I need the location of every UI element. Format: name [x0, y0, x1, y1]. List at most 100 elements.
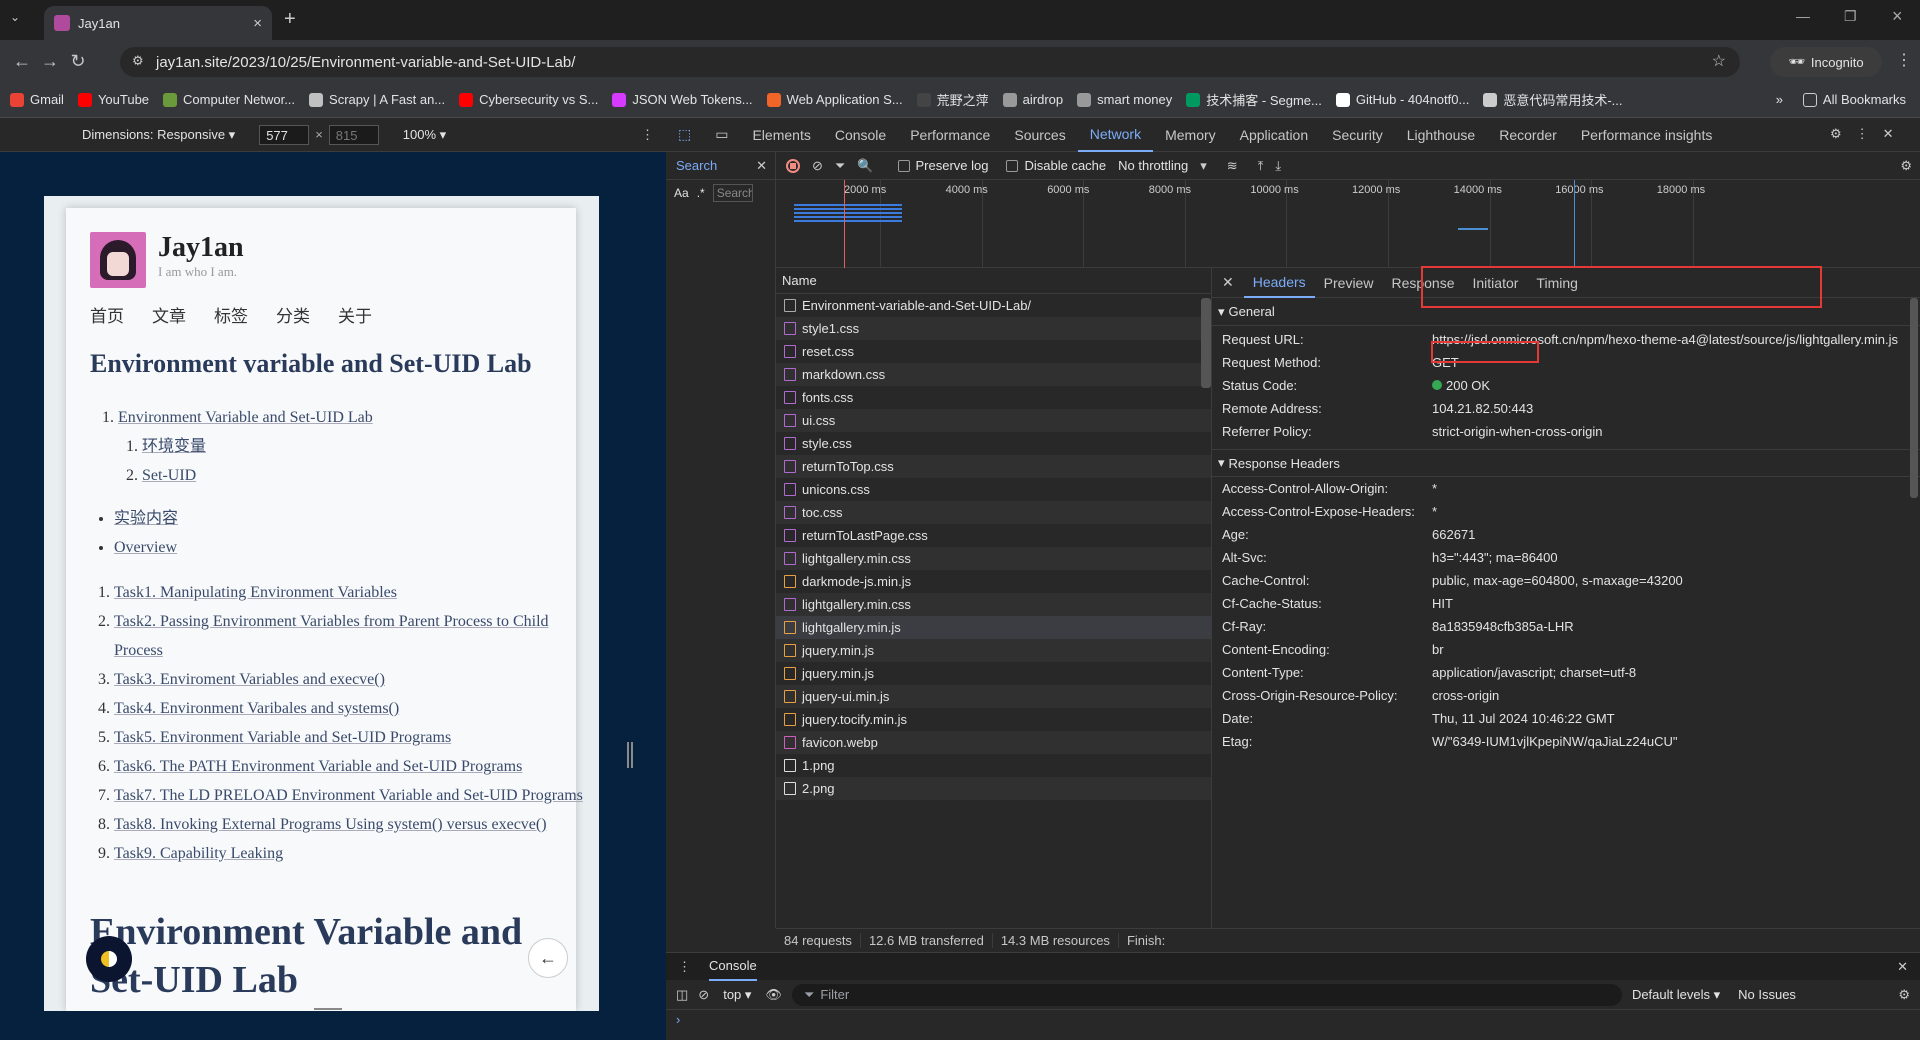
request-row[interactable]: toc.css [776, 501, 1211, 524]
preserve-log-checkbox[interactable]: Preserve log [897, 158, 988, 173]
bookmark-item[interactable]: 恶意代码常用技术-... [1483, 90, 1623, 109]
request-list-scrollbar[interactable] [1201, 298, 1211, 388]
forward-icon[interactable]: → [36, 51, 64, 72]
bookmark-item[interactable]: 荒野之萍 [916, 90, 989, 109]
device-toggle-icon[interactable]: ▭ [703, 118, 740, 152]
bookmarks-overflow-icon[interactable]: » [1776, 92, 1783, 107]
bookmark-item[interactable]: smart money [1077, 92, 1172, 107]
request-row[interactable]: lightgallery.min.css [776, 547, 1211, 570]
console-prompt[interactable]: › [676, 1012, 680, 1027]
close-drawer-icon[interactable]: ✕ [1897, 959, 1908, 975]
filter-icon[interactable]: ⏷ [835, 158, 845, 174]
detail-tab-preview[interactable]: Preview [1315, 269, 1383, 297]
menu-icon[interactable]: ⋮ [1896, 50, 1912, 70]
issues-label[interactable]: No Issues [1738, 987, 1796, 1002]
record-icon[interactable] [786, 158, 800, 173]
search-icon[interactable]: 🔍 [857, 158, 873, 174]
tab-performance-insights[interactable]: Performance insights [1569, 118, 1725, 152]
bookmark-item[interactable]: Cybersecurity vs S... [459, 92, 598, 107]
close-devtools-icon[interactable]: ✕ [1883, 126, 1894, 142]
details-scrollbar[interactable] [1910, 298, 1918, 498]
console-filter-input[interactable]: ⏷ Filter [791, 983, 1622, 1006]
bookmark-item[interactable]: airdrop [1002, 92, 1063, 107]
tab-console[interactable]: Console [823, 118, 898, 152]
request-row[interactable]: jquery.min.js [776, 639, 1211, 662]
tab-search-icon[interactable]: ⌄ [10, 10, 20, 24]
export-icon[interactable]: ⤓ [1275, 158, 1281, 174]
request-row[interactable]: jquery.tocify.min.js [776, 708, 1211, 731]
tab-performance[interactable]: Performance [898, 118, 1002, 152]
browser-tab[interactable]: Jay1an × [44, 6, 272, 40]
bookmark-item[interactable]: Scrapy | A Fast an... [309, 92, 445, 107]
throttling-chevron-icon[interactable]: ▾ [1200, 158, 1207, 174]
request-row[interactable]: darkmode-js.min.js [776, 570, 1211, 593]
return-last-page-button[interactable]: ← [528, 938, 568, 978]
drawer-menu-icon[interactable]: ⋮ [678, 959, 691, 975]
request-row[interactable]: style.css [776, 432, 1211, 455]
tab-sources[interactable]: Sources [1002, 118, 1077, 152]
bookmark-item[interactable]: Computer Networ... [163, 92, 295, 107]
search-input[interactable]: Search [712, 184, 753, 202]
bullet-link[interactable]: 实验内容 [114, 510, 178, 527]
name-column-header[interactable]: Name [776, 268, 1211, 294]
console-settings-icon[interactable]: ⚙ [1898, 987, 1910, 1003]
site-name[interactable]: Jay1an [158, 232, 244, 264]
request-row[interactable]: 2.png [776, 777, 1211, 800]
height-input[interactable]: 815 [328, 124, 379, 145]
bookmark-item[interactable]: YouTube [77, 92, 149, 107]
inspect-icon[interactable]: ⬚ [666, 118, 703, 152]
request-row[interactable]: ui.css [776, 409, 1211, 432]
toc-sub-link[interactable]: Set-UID [142, 467, 196, 484]
tab-memory[interactable]: Memory [1153, 118, 1228, 152]
darkmode-toggle[interactable] [86, 936, 132, 982]
tab-application[interactable]: Application [1228, 118, 1321, 152]
restore-icon[interactable]: ❐ [1844, 8, 1857, 25]
regex-icon[interactable]: .* [697, 186, 705, 200]
bookmark-star-icon[interactable]: ☆ [1712, 51, 1726, 71]
toc-link[interactable]: Environment Variable and Set-UID Lab [118, 409, 373, 426]
match-case-icon[interactable]: Aa [674, 186, 689, 200]
reload-icon[interactable]: ↻ [64, 51, 92, 72]
context-select[interactable]: top ▾ [723, 987, 751, 1003]
bullet-link[interactable]: Overview [114, 539, 177, 556]
task-link[interactable]: Task5. Environment Variable and Set-UID … [114, 729, 451, 746]
log-levels-select[interactable]: Default levels ▾ [1632, 987, 1720, 1003]
tab-recorder[interactable]: Recorder [1487, 118, 1569, 152]
request-row[interactable]: jquery.min.js [776, 662, 1211, 685]
request-row[interactable]: lightgallery.min.js [776, 616, 1211, 639]
throttling-select[interactable]: No throttling [1118, 158, 1188, 173]
toc-sub-link[interactable]: 环境变量 [142, 438, 206, 455]
bookmark-item[interactable]: JSON Web Tokens... [612, 92, 753, 107]
console-tab[interactable]: Console [709, 952, 757, 981]
address-bar[interactable]: ⚙ jay1an.site/2023/10/25/Environment-var… [120, 47, 1740, 77]
close-window-icon[interactable]: × [1892, 6, 1903, 27]
settings-icon[interactable]: ⚙ [1830, 126, 1842, 142]
site-nav-link[interactable]: 首页 [90, 302, 124, 327]
bookmark-item[interactable]: Gmail [10, 92, 64, 107]
devtools-more-icon[interactable]: ⋮ [1856, 126, 1869, 142]
request-row[interactable]: returnToLastPage.css [776, 524, 1211, 547]
task-link[interactable]: Task8. Invoking External Programs Using … [114, 816, 547, 833]
bookmark-item[interactable]: 技术捕客 - Segme... [1186, 90, 1322, 109]
dimensions-select[interactable]: Dimensions: Responsive ▾ [82, 127, 235, 143]
request-row[interactable]: lightgallery.min.css [776, 593, 1211, 616]
request-row[interactable]: 1.png [776, 754, 1211, 777]
tab-elements[interactable]: Elements [740, 118, 822, 152]
request-row[interactable]: reset.css [776, 340, 1211, 363]
request-row[interactable]: jquery-ui.min.js [776, 685, 1211, 708]
response-section-header[interactable]: ▾ Response Headers [1212, 449, 1920, 477]
request-row[interactable]: unicons.css [776, 478, 1211, 501]
all-bookmarks[interactable]: All Bookmarks [1802, 92, 1906, 107]
task-link[interactable]: Task7. The LD PRELOAD Environment Variab… [114, 787, 583, 804]
width-input[interactable]: 577 [259, 124, 310, 145]
new-tab-icon[interactable]: + [284, 8, 296, 31]
resize-handle[interactable] [627, 742, 633, 768]
avatar[interactable] [90, 232, 146, 288]
request-row[interactable]: Environment-variable-and-Set-UID-Lab/ [776, 294, 1211, 317]
request-row[interactable]: returnToTop.css [776, 455, 1211, 478]
task-link[interactable]: Task3. Enviroment Variables and execve() [114, 671, 385, 688]
detail-tab-headers[interactable]: Headers [1243, 268, 1315, 298]
task-link[interactable]: Task6. The PATH Environment Variable and… [114, 758, 522, 775]
tab-lighthouse[interactable]: Lighthouse [1395, 118, 1488, 152]
site-nav-link[interactable]: 标签 [214, 302, 248, 327]
